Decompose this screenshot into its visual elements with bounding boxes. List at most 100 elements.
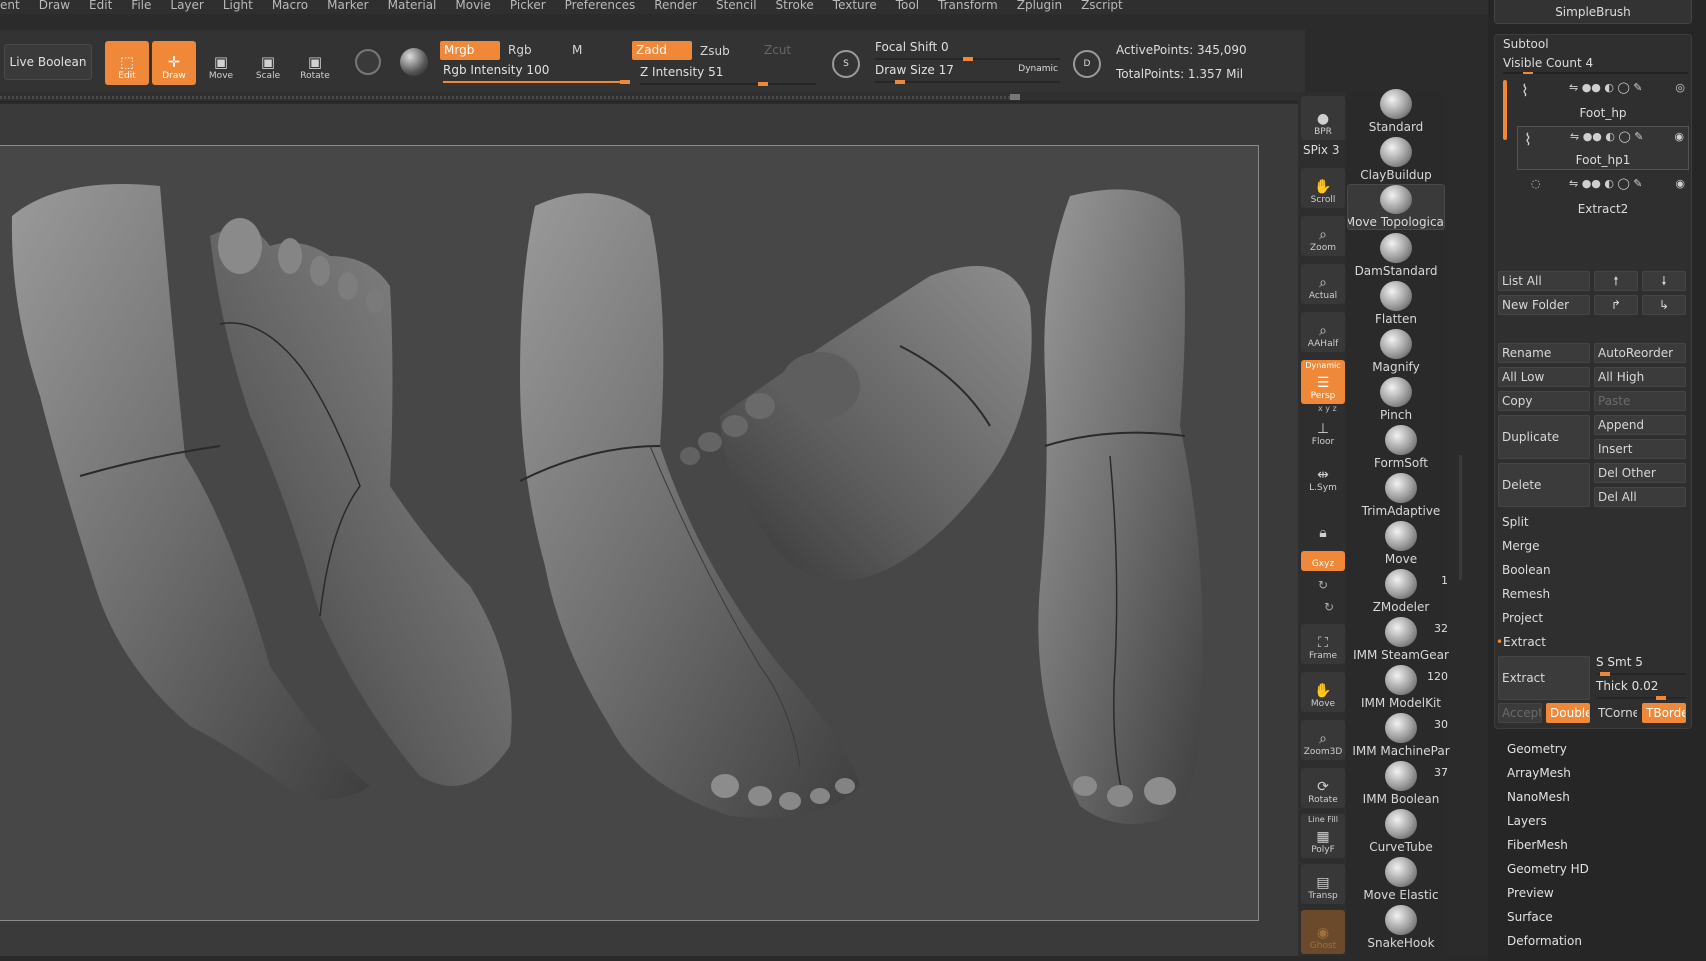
thick-slider[interactable]: Thick 0.02 <box>1596 679 1686 700</box>
menu-item[interactable]: ent <box>0 0 20 11</box>
tcorne-toggle[interactable]: TCorne <box>1594 703 1638 723</box>
menu-item[interactable]: Macro <box>272 0 308 11</box>
draw-size-slider[interactable]: Draw Size 17 Dynamic <box>875 63 1060 84</box>
menu-item[interactable]: Transform <box>938 0 998 11</box>
d-dynamic-button[interactable]: D <box>1073 50 1101 78</box>
subtool-title[interactable]: Subtool <box>1503 37 1549 51</box>
scale-button[interactable]: ▣ Scale <box>246 41 290 85</box>
autoreorder-button[interactable]: AutoReorder <box>1594 343 1686 363</box>
brush-flatten[interactable]: Flatten <box>1347 280 1445 326</box>
deformation-section[interactable]: Deformation <box>1507 934 1582 948</box>
subtool-toggles-icon[interactable]: ⇋ ●● ◐ ◯ ✎ <box>1569 81 1643 94</box>
brush-pinch[interactable]: Pinch <box>1347 376 1445 422</box>
lsym-button[interactable]: ⇹ L.Sym <box>1301 460 1345 496</box>
boolean-section[interactable]: Boolean <box>1502 563 1551 577</box>
brush-trimadaptive[interactable]: TrimAdaptive <box>1352 472 1450 518</box>
aahalf-button[interactable]: ⌕ AAHalf <box>1301 312 1345 352</box>
bpr-button[interactable]: ● BPR <box>1301 96 1345 140</box>
rename-button[interactable]: Rename <box>1498 343 1590 363</box>
accept-button[interactable]: Accept <box>1498 703 1542 723</box>
visible-count-slider[interactable]: Visible Count 4 <box>1503 56 1593 70</box>
fibermesh-section[interactable]: FiberMesh <box>1507 838 1568 852</box>
zcut-toggle[interactable]: Zcut <box>760 41 820 60</box>
menu-item[interactable]: Stroke <box>776 0 814 11</box>
extract-button[interactable]: Extract <box>1498 656 1590 700</box>
geometry-hd-section[interactable]: Geometry HD <box>1507 862 1589 876</box>
arrow-up-right-icon[interactable]: ↱ <box>1594 295 1638 315</box>
actual-button[interactable]: ⌕ Actual <box>1301 264 1345 304</box>
m-toggle[interactable]: M <box>568 41 628 60</box>
nanomesh-section[interactable]: NanoMesh <box>1507 790 1570 804</box>
rgb-toggle[interactable]: Rgb <box>504 41 564 60</box>
move-button[interactable]: ▣ Move <box>199 41 243 85</box>
move-up-icon[interactable]: 🠕 <box>1594 271 1638 291</box>
surface-section[interactable]: Surface <box>1507 910 1553 924</box>
menu-item[interactable]: Preferences <box>565 0 636 11</box>
spix-slider[interactable]: SPix 3 <box>1303 143 1339 157</box>
brush-claybuildup[interactable]: ClayBuildup <box>1347 136 1445 182</box>
brush-move-topological[interactable]: Move Topological <box>1347 184 1445 230</box>
remesh-section[interactable]: Remesh <box>1502 587 1550 601</box>
brush-imm-modelkit[interactable]: IMM ModelKit 120 <box>1352 664 1450 710</box>
brush-imm-boolean[interactable]: IMM Boolean 37 <box>1352 760 1450 806</box>
rotate-view-button[interactable]: ⟳ Rotate <box>1301 768 1345 808</box>
ghost-button[interactable]: ◉ Ghost <box>1301 910 1345 954</box>
menu-item[interactable]: Render <box>654 0 697 11</box>
menu-item[interactable]: Layer <box>170 0 203 11</box>
brush-curvetube[interactable]: CurveTube <box>1352 808 1450 854</box>
zoom-button[interactable]: ⌕ Zoom <box>1301 216 1345 256</box>
move-down-icon[interactable]: 🠗 <box>1642 271 1686 291</box>
subtool-row[interactable]: ◌ ⇋ ●● ◐ ◯ ✎ ◉ Extract2 <box>1517 174 1689 218</box>
brush-formsoft[interactable]: FormSoft <box>1352 424 1450 470</box>
floor-button[interactable]: ⊥ Floor <box>1301 414 1345 450</box>
zadd-toggle[interactable]: Zadd <box>632 41 692 60</box>
extract-section[interactable]: Extract <box>1503 635 1546 649</box>
menu-item[interactable]: Texture <box>833 0 877 11</box>
eye-icon[interactable]: ◉ <box>1674 130 1684 143</box>
subtool-row[interactable]: ⌇ ⇋ ●● ◐ ◯ ✎ ◎ Foot_hp <box>1517 78 1689 122</box>
menu-item[interactable]: Stencil <box>716 0 757 11</box>
subtool-row-selected[interactable]: ⌇ ⇋ ●● ◐ ◯ ✎ ◉ Foot_hp1 <box>1517 126 1689 170</box>
edit-button[interactable]: ⬚ Edit <box>105 41 149 85</box>
brush-snakehook[interactable]: SnakeHook <box>1352 904 1450 950</box>
delete-button[interactable]: Delete <box>1498 463 1590 507</box>
live-boolean-button[interactable]: Live Boolean <box>4 44 92 80</box>
del-other-button[interactable]: Del Other <box>1594 463 1686 483</box>
zoom3d-button[interactable]: ⌕ Zoom3D <box>1301 720 1345 760</box>
menu-item[interactable]: Tool <box>896 0 919 11</box>
rgb-intensity-slider[interactable]: Rgb Intensity 100 <box>443 63 630 84</box>
subtool-scroll-indicator[interactable] <box>1503 80 1507 140</box>
zsub-toggle[interactable]: Zsub <box>696 42 756 61</box>
lock-button[interactable]: 🔒︎ <box>1301 510 1345 544</box>
layers-section[interactable]: Layers <box>1507 814 1547 828</box>
xyz-axes[interactable]: x y z <box>1318 404 1337 413</box>
paste-button[interactable]: Paste <box>1594 391 1686 411</box>
gxyz-button[interactable]: Gxyz <box>1301 551 1345 571</box>
duplicate-button[interactable]: Duplicate <box>1498 415 1590 459</box>
tborde-toggle[interactable]: TBorde <box>1642 703 1686 723</box>
rotate-y-icon[interactable]: ↻ <box>1318 578 1328 592</box>
simplebrush-button[interactable]: SimpleBrush <box>1494 0 1692 24</box>
material-sphere-icon[interactable] <box>355 49 381 75</box>
del-all-button[interactable]: Del All <box>1594 487 1686 507</box>
brush-scrollbar[interactable] <box>1459 455 1462 580</box>
double-toggle[interactable]: Double <box>1546 703 1590 723</box>
merge-section[interactable]: Merge <box>1502 539 1539 553</box>
texture-sphere-icon[interactable] <box>400 48 428 76</box>
subtool-toggles-icon[interactable]: ⇋ ●● ◐ ◯ ✎ <box>1569 177 1643 190</box>
move-view-button[interactable]: ✋ Move <box>1301 672 1345 712</box>
scroll-button[interactable]: ✋ Scroll <box>1301 168 1345 208</box>
list-all-button[interactable]: List All <box>1498 271 1590 291</box>
menu-item[interactable]: Zplugin <box>1017 0 1062 11</box>
polyf-button[interactable]: Line Fill ▦ PolyF <box>1301 814 1345 858</box>
new-folder-button[interactable]: New Folder <box>1498 295 1590 315</box>
arrow-down-right-icon[interactable]: ↳ <box>1642 295 1686 315</box>
split-section[interactable]: Split <box>1502 515 1529 529</box>
menu-item[interactable]: Zscript <box>1081 0 1123 11</box>
subtool-toggles-icon[interactable]: ⇋ ●● ◐ ◯ ✎ <box>1570 130 1644 143</box>
menu-item[interactable]: Light <box>223 0 253 11</box>
menu-item[interactable]: Picker <box>510 0 546 11</box>
project-section[interactable]: Project <box>1502 611 1543 625</box>
copy-button[interactable]: Copy <box>1498 391 1590 411</box>
focal-shift-slider[interactable]: Focal Shift 0 <box>875 40 1060 61</box>
